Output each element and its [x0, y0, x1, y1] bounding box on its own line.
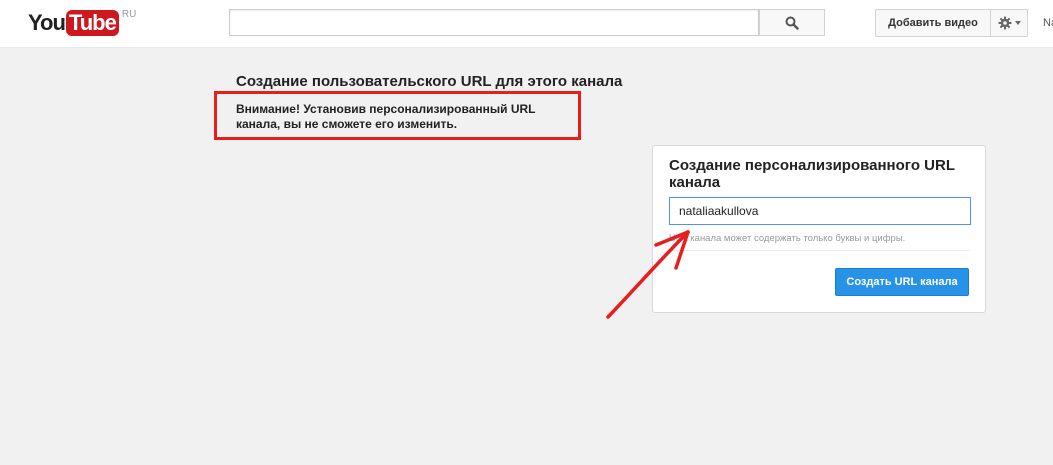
- logo-tube-text: Tube: [65, 10, 119, 36]
- create-url-button[interactable]: Создать URL канала: [835, 268, 969, 296]
- logo-you-text: You: [28, 10, 66, 35]
- search-button[interactable]: [759, 9, 825, 36]
- url-hint-text: URL канала может содержать только буквы …: [669, 233, 906, 244]
- settings-menu-button[interactable]: [990, 9, 1028, 37]
- warning-message: Внимание! Установив персонализированный …: [236, 102, 536, 131]
- panel-divider: [669, 250, 970, 251]
- youtube-logo[interactable]: You Tube RU: [28, 9, 137, 38]
- custom-url-input[interactable]: [669, 197, 971, 225]
- masthead: You Tube RU Добавить видео Na: [0, 0, 1053, 48]
- page-title: Создание пользовательского URL для этого…: [236, 73, 623, 90]
- caret-down-icon: [1014, 21, 1021, 25]
- custom-url-panel: Создание персонализированного URL канала…: [652, 145, 986, 313]
- panel-title: Создание персонализированного URL канала: [669, 157, 955, 191]
- logo-region-label: RU: [121, 9, 137, 20]
- user-name-truncated[interactable]: Na: [1043, 17, 1053, 29]
- upload-video-button[interactable]: Добавить видео: [875, 9, 991, 37]
- search-icon: [785, 16, 799, 30]
- search-input[interactable]: [229, 9, 759, 36]
- gear-icon: [998, 16, 1011, 30]
